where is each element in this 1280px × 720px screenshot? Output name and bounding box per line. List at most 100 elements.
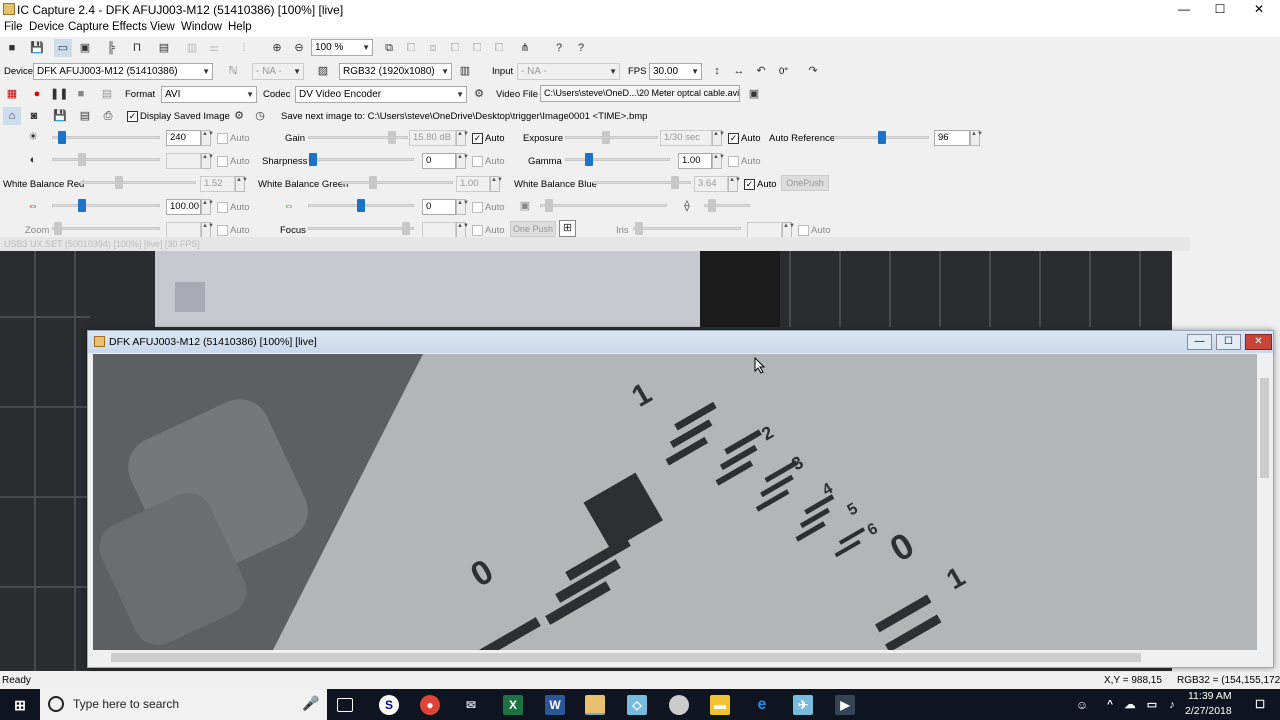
thunderbird-icon[interactable]: ✉ (461, 695, 481, 715)
iccapture-taskbar-icon[interactable] (585, 695, 605, 715)
edge-icon[interactable]: e (752, 695, 772, 715)
volume-icon[interactable]: ♪ (1162, 695, 1182, 715)
contrast-auto-checkbox[interactable] (217, 156, 228, 167)
browse-file-icon[interactable]: ▣ (745, 85, 763, 103)
iris-value[interactable] (747, 222, 782, 238)
zoom-select[interactable]: 100 % ▼ (311, 39, 373, 56)
hue-value[interactable]: 0 (422, 199, 456, 215)
contrast-spin[interactable]: ▲▼ (201, 153, 214, 169)
denoise-slider[interactable] (540, 204, 667, 207)
microphone-icon[interactable]: 🎤 (302, 695, 319, 712)
fg-maximize-button[interactable]: ☐ (1216, 334, 1241, 350)
live-video-feed[interactable]: 1 2 3 4 5 6 0 1 0 (93, 354, 1257, 650)
brightness-auto-checkbox[interactable] (217, 133, 228, 144)
gamma-slider[interactable] (565, 158, 670, 161)
rotation-value[interactable]: 0° (779, 66, 788, 77)
rotate-left-icon[interactable]: ↶ (752, 62, 770, 80)
tile3-icon[interactable]: ⧠ (490, 39, 508, 57)
gain-thumb[interactable] (388, 131, 396, 144)
app-icon-2[interactable]: ◇ (627, 695, 647, 715)
gain-spin[interactable]: ▲▼ (456, 130, 469, 146)
wb-blue-thumb[interactable] (671, 176, 679, 189)
histogram-icon[interactable]: ╠ (102, 39, 120, 57)
file-explorer-icon[interactable]: ▬ (710, 695, 730, 715)
zoom-value[interactable] (166, 222, 201, 238)
rotate-right-icon[interactable]: ↷ (804, 62, 822, 80)
hue-spin[interactable]: ▲▼ (456, 199, 469, 215)
brightness-spin[interactable]: ▲▼ (201, 130, 214, 146)
focus-value[interactable] (422, 222, 456, 238)
app-icon-3[interactable] (669, 695, 689, 715)
fps-select[interactable]: 30.00 ▼ (649, 63, 702, 80)
zoom-spin[interactable]: ▲▼ (201, 222, 214, 238)
gamma-auto-checkbox[interactable] (728, 156, 739, 167)
menu-help[interactable]: Help (228, 21, 252, 33)
focus-spin[interactable]: ▲▼ (456, 222, 469, 238)
denoise-thumb[interactable] (545, 199, 553, 212)
word-icon[interactable]: W (545, 695, 565, 715)
zoom-out-icon[interactable]: ⊖ (290, 39, 308, 57)
brightness-slider[interactable] (52, 136, 160, 139)
codec-select[interactable]: DV Video Encoder ▼ (295, 86, 467, 103)
chevron-up-icon[interactable]: ^ (1100, 695, 1120, 715)
one-push-button[interactable]: One Push (510, 221, 556, 237)
foreground-live-window[interactable]: DFK AFUJ003-M12 (51410386) [100%] [live]… (87, 330, 1274, 668)
windows-start-icon[interactable]: ⊞ (10, 695, 30, 715)
brightness-thumb[interactable] (58, 131, 66, 144)
strobe-thumb[interactable] (708, 199, 716, 212)
window-icon[interactable]: ⧠ (402, 39, 420, 57)
tile-icon[interactable]: ⧠ (446, 39, 464, 57)
task-view-icon[interactable] (337, 698, 353, 712)
iris-thumb[interactable] (635, 222, 643, 235)
gamma-thumb[interactable] (585, 153, 593, 166)
display-saved-checkbox[interactable]: ✓ (127, 111, 138, 122)
horizontal-scroll-thumb[interactable] (111, 653, 1141, 662)
whats-this-icon[interactable]: ? (550, 39, 568, 57)
sharpness-spin[interactable]: ▲▼ (456, 153, 469, 169)
settings-icon[interactable]: ▤ (98, 85, 116, 103)
exposure-auto-checkbox[interactable]: ✓ (728, 133, 739, 144)
auto-reference-spin[interactable]: ▲▼ (970, 130, 983, 146)
copy-icon[interactable]: ⧈ (424, 39, 442, 57)
hue-auto-checkbox[interactable] (472, 202, 483, 213)
wb-red-value[interactable]: 1.52 (200, 176, 235, 192)
format-select[interactable]: AVI ▼ (161, 86, 257, 103)
exposure-value[interactable]: 1/30 sec (660, 130, 712, 146)
notifications-icon[interactable]: ☐ (1250, 695, 1270, 715)
properties-icon[interactable]: ▣ (76, 39, 94, 57)
focus-region-icon[interactable]: ⊞ (559, 220, 576, 237)
saturation-spin[interactable]: ▲▼ (201, 199, 214, 215)
wb-green-spin[interactable]: ▲▼ (490, 176, 503, 192)
contrast-value[interactable] (166, 153, 201, 169)
folder-settings-icon[interactable]: ⚙ (230, 107, 248, 125)
skype-icon[interactable]: S (379, 695, 399, 715)
flip-vertical-icon[interactable]: ↕ (708, 62, 726, 80)
vertical-scrollbar[interactable] (1257, 354, 1272, 650)
gamma-spin[interactable]: ▲▼ (712, 153, 725, 169)
wb-red-slider[interactable] (80, 181, 196, 184)
iris-slider[interactable] (633, 227, 741, 230)
video-file-path[interactable]: C:\Users\steve\OneD...\20 Meter optcal c… (540, 85, 740, 102)
color-format-select[interactable]: RGB32 (1920x1080) ▼ (339, 63, 452, 80)
zoom-slider[interactable] (52, 227, 160, 230)
tile2-icon[interactable]: ⧠ (468, 39, 486, 57)
input-select[interactable]: - NA - ▼ (517, 63, 620, 80)
new-icon[interactable]: ■ (3, 39, 21, 57)
saturation-auto-checkbox[interactable] (217, 202, 228, 213)
stop-icon[interactable]: ■ (72, 85, 90, 103)
onedrive-icon[interactable]: ☁ (1120, 695, 1140, 715)
saturation-thumb[interactable] (78, 199, 86, 212)
menu-capture[interactable]: Capture (68, 21, 109, 33)
overlay-icon[interactable]: ▤ (155, 39, 173, 57)
print-icon[interactable]: ⎙ (99, 107, 117, 125)
wb-green-value[interactable]: 1.00 (456, 176, 490, 192)
menu-window[interactable]: Window (181, 21, 222, 33)
contrast-slider[interactable] (52, 158, 160, 161)
app-icon-4[interactable]: ✈ (793, 695, 813, 715)
sharpness-slider[interactable] (308, 158, 414, 161)
sharpness-value[interactable]: 0 (422, 153, 456, 169)
menu-device[interactable]: Device (29, 21, 64, 33)
iris-auto-checkbox[interactable] (798, 225, 809, 236)
wb-green-slider[interactable] (341, 181, 453, 184)
fg-close-button[interactable]: ✕ (1245, 334, 1272, 350)
